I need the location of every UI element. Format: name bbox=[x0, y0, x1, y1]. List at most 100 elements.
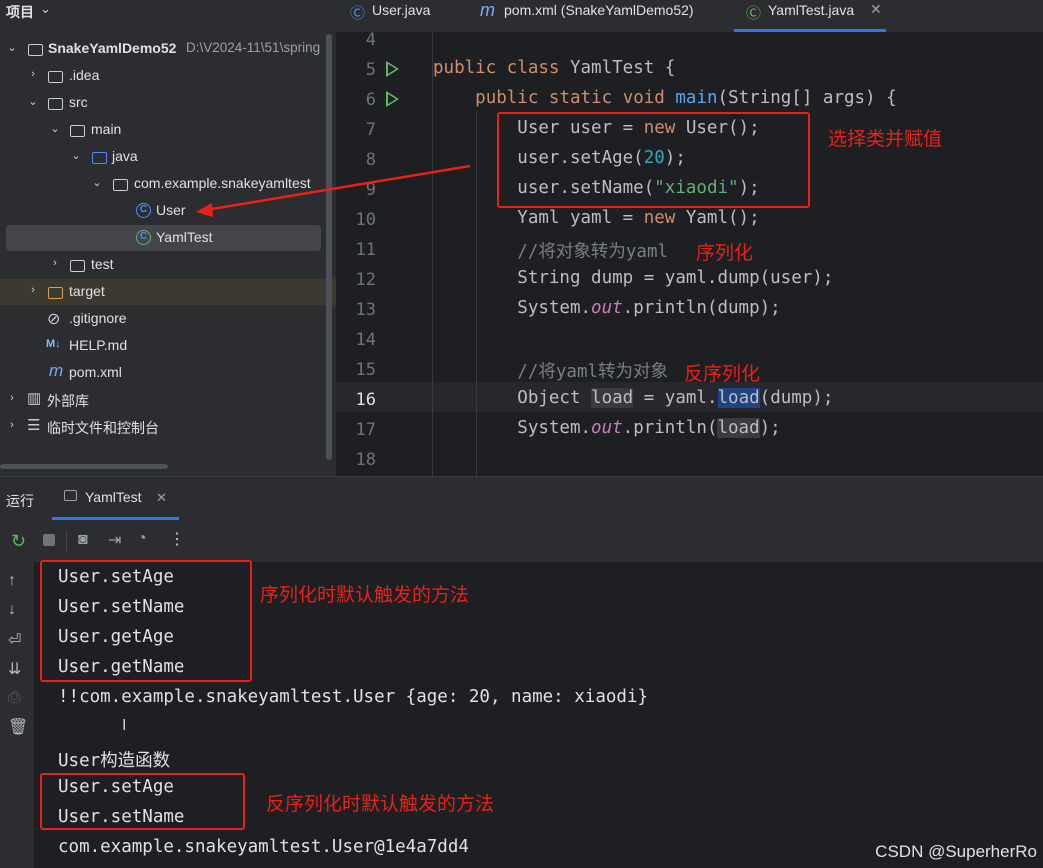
line-number: 9 bbox=[365, 180, 376, 200]
chevron-right-icon[interactable]: › bbox=[6, 419, 18, 431]
tab-pom-xml[interactable]: m pom.xml (SnakeYamlDemo52) bbox=[480, 0, 720, 32]
run-tab-yamltest[interactable]: YamlTest ✕ bbox=[52, 476, 179, 520]
annotation-select-class: 选择类并赋值 bbox=[828, 129, 943, 150]
run-class-icon[interactable] bbox=[386, 61, 399, 77]
run-toolbar: ↻ ◙ ⇥ ◔ ⋮ bbox=[0, 520, 1043, 562]
tree-item-pom-xml[interactable]: m pom.xml bbox=[0, 360, 336, 386]
camera-icon[interactable]: ◙ bbox=[78, 531, 88, 549]
tree-item-label: java bbox=[112, 148, 138, 164]
chevron-right-icon[interactable]: › bbox=[6, 392, 18, 404]
tab-user-java[interactable]: Ⓒ User.java bbox=[350, 0, 460, 32]
code-line-15: //将yaml转为对象 bbox=[517, 362, 669, 382]
folder-icon bbox=[70, 260, 85, 272]
console-output[interactable]: User.setAge User.setName User.getAge Use… bbox=[34, 560, 1043, 868]
folder-icon bbox=[70, 125, 85, 137]
soft-wrap-icon[interactable]: ⏎ bbox=[8, 630, 21, 650]
line-number: 7 bbox=[365, 120, 376, 140]
tree-item-project-root[interactable]: ⌄ SnakeYamlDemo52 D:\V2024-11\51\spring bbox=[0, 36, 336, 62]
import-icon[interactable]: ⇥ bbox=[108, 530, 121, 550]
tree-item-src[interactable]: ⌄ src bbox=[0, 90, 336, 116]
trash-icon[interactable]: 🗑 bbox=[8, 717, 28, 737]
arrow-down-icon[interactable]: ↓ bbox=[8, 601, 16, 619]
maven-icon: m bbox=[480, 0, 495, 20]
tree-item-external-libraries[interactable]: › ▥ 外部库 bbox=[0, 387, 336, 413]
tree-item-target[interactable]: › target bbox=[0, 279, 336, 305]
line-number: 10 bbox=[355, 210, 376, 230]
chevron-down-icon[interactable]: ⌄ bbox=[49, 122, 61, 135]
tree-item-main[interactable]: ⌄ main bbox=[0, 117, 336, 143]
annotation-deserialize-methods: 反序列化时默认触发的方法 bbox=[266, 794, 495, 815]
rerun-icon[interactable]: ↻ bbox=[11, 531, 26, 552]
tree-item-label: test bbox=[91, 256, 114, 272]
project-vertical-scrollbar[interactable] bbox=[326, 34, 332, 460]
more-options-icon[interactable]: ⋮ bbox=[169, 529, 185, 549]
watermark: CSDN @SuperherRo bbox=[875, 842, 1037, 861]
line-number: 8 bbox=[365, 150, 376, 170]
run-main-icon[interactable] bbox=[386, 91, 399, 107]
code-line-13: System.out.println(dump); bbox=[433, 298, 781, 318]
chevron-down-icon[interactable]: ⌄ bbox=[40, 1, 51, 17]
chevron-right-icon[interactable]: › bbox=[49, 257, 61, 269]
tree-item-label: SnakeYamlDemo52 bbox=[48, 40, 177, 56]
tab-yamltest-java[interactable]: Ⓒ YamlTest.java ✕ bbox=[746, 0, 891, 32]
line-number: 18 bbox=[355, 450, 376, 470]
tree-item-yamltest[interactable]: C YamlTest bbox=[6, 225, 321, 251]
line-number: 6 bbox=[365, 90, 376, 110]
project-path: D:\V2024-11\51\spring bbox=[186, 40, 321, 55]
tree-item-label: main bbox=[91, 121, 122, 137]
print-icon[interactable]: ⎙ bbox=[8, 689, 21, 707]
stop-icon[interactable] bbox=[43, 534, 55, 546]
arrow-up-icon[interactable]: ↑ bbox=[8, 572, 16, 590]
project-panel-header: 项目 ⌄ bbox=[0, 0, 336, 24]
runnable-class-icon: Ⓒ bbox=[746, 5, 762, 22]
tree-item-package[interactable]: ⌄ com.example.snakeyamltest bbox=[0, 171, 336, 197]
code-line-16: Object load = yaml.load(dump); bbox=[433, 388, 834, 408]
chevron-down-icon[interactable]: ⌄ bbox=[70, 149, 82, 162]
close-icon[interactable]: ✕ bbox=[870, 1, 882, 18]
source-folder-icon bbox=[92, 152, 107, 164]
excluded-folder-icon bbox=[48, 287, 63, 299]
tree-item-label: com.example.snakeyamltest bbox=[134, 175, 311, 191]
chevron-down-icon[interactable]: ⌄ bbox=[6, 41, 18, 54]
tree-item-label: HELP.md bbox=[69, 337, 128, 353]
line-number: 12 bbox=[355, 270, 376, 290]
tree-item-help-md[interactable]: M↓ HELP.md bbox=[0, 333, 336, 359]
tree-item-label: src bbox=[69, 94, 88, 110]
code-line-5: public class YamlTest { bbox=[433, 58, 676, 78]
chevron-down-icon[interactable]: ⌄ bbox=[91, 176, 103, 189]
tree-item-idea[interactable]: › .idea bbox=[0, 63, 336, 89]
line-number: 13 bbox=[355, 300, 376, 320]
tree-item-label: YamlTest bbox=[156, 229, 213, 245]
chevron-right-icon[interactable]: › bbox=[27, 68, 39, 80]
ignore-file-icon: ⊘ bbox=[47, 311, 61, 328]
tree-item-java[interactable]: ⌄ java bbox=[0, 144, 336, 170]
scroll-to-end-icon[interactable]: ⇊ bbox=[8, 659, 21, 679]
folder-icon bbox=[48, 98, 63, 110]
gauge-icon[interactable]: ◔ bbox=[137, 530, 147, 548]
class-icon: Ⓒ bbox=[350, 5, 366, 22]
output-line: !!com.example.snakeyamltest.User {age: 2… bbox=[58, 687, 649, 707]
project-panel-title[interactable]: 项目 bbox=[6, 2, 34, 22]
project-horizontal-scrollbar[interactable] bbox=[0, 464, 168, 469]
tab-label: YamlTest.java bbox=[768, 2, 855, 18]
highlight-box-deserialize-methods bbox=[40, 773, 245, 830]
tree-item-scratches[interactable]: › ☰ 临时文件和控制台 bbox=[0, 414, 336, 440]
close-icon[interactable]: ✕ bbox=[156, 490, 167, 506]
chevron-right-icon[interactable]: › bbox=[27, 284, 39, 296]
runnable-class-icon: C bbox=[136, 230, 151, 245]
tree-item-user[interactable]: C User bbox=[0, 198, 336, 224]
chevron-down-icon[interactable]: ⌄ bbox=[27, 95, 39, 108]
toolbar-divider bbox=[66, 530, 67, 552]
tree-item-label: .idea bbox=[69, 67, 100, 83]
project-panel: 项目 ⌄ ⌄ SnakeYamlDemo52 D:\V2024-11\51\sp… bbox=[0, 0, 336, 476]
tree-item-gitignore[interactable]: ⊘ .gitignore bbox=[0, 306, 336, 332]
tree-item-test[interactable]: › test bbox=[0, 252, 336, 278]
annotation-deserialize: 反序列化 bbox=[684, 364, 761, 385]
code-line-12: String dump = yaml.dump(user); bbox=[433, 268, 834, 288]
line-number: 14 bbox=[355, 330, 376, 350]
highlight-box-assign bbox=[497, 112, 810, 208]
tab-label: pom.xml (SnakeYamlDemo52) bbox=[504, 2, 694, 18]
code-line-11: //将对象转为yaml bbox=[517, 242, 669, 262]
code-editor[interactable]: 4 5 6 7 8 9 10 11 12 13 14 15 16 17 18 p… bbox=[336, 32, 1043, 476]
tree-item-label: .gitignore bbox=[69, 310, 127, 326]
